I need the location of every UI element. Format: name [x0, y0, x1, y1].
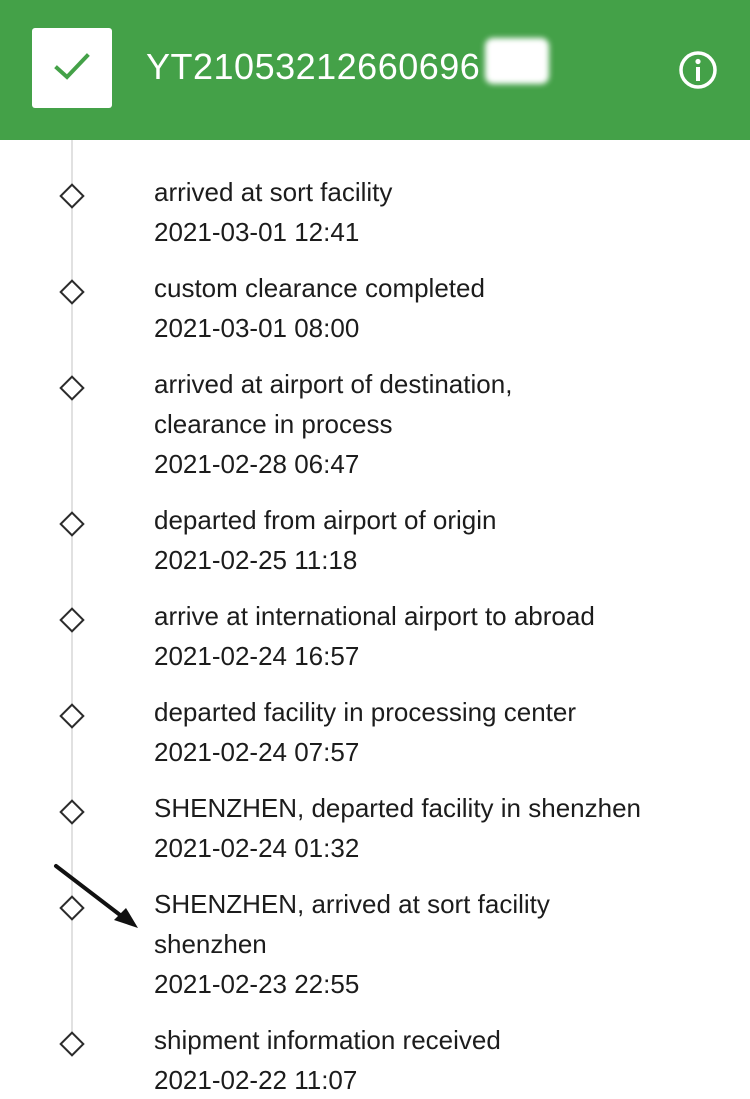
diamond-marker-icon [59, 511, 85, 537]
event-text: arrived at airport of destination, cleara… [154, 364, 734, 484]
event-description: clearance in process [154, 409, 393, 439]
app-header: YT21053212660696 [0, 0, 750, 140]
event-text: departed facility in processing center 20… [154, 692, 734, 772]
event-timestamp: 2021-02-24 01:32 [154, 833, 360, 863]
diamond-marker-icon [59, 279, 85, 305]
event-description: arrive at international airport to abroa… [154, 601, 595, 631]
event-timestamp: 2021-02-24 07:57 [154, 737, 360, 767]
event-timestamp: 2021-03-01 08:00 [154, 313, 360, 343]
event-text: arrive at international airport to abroa… [154, 596, 734, 676]
event-timestamp: 2021-03-01 12:41 [154, 217, 360, 247]
diamond-marker-icon [59, 375, 85, 401]
diamond-marker-icon [59, 607, 85, 633]
diamond-marker-icon [59, 183, 85, 209]
event-timestamp: 2021-02-23 22:55 [154, 969, 360, 999]
event-timestamp: 2021-02-25 11:18 [154, 545, 358, 575]
event-description: shenzhen [154, 929, 267, 959]
event-timestamp: 2021-02-28 06:47 [154, 449, 360, 479]
event-description: SHENZHEN, arrived at sort facility [154, 889, 550, 919]
event-timestamp: 2021-02-22 11:07 [154, 1065, 358, 1095]
event-timestamp: 2021-02-24 16:57 [154, 641, 360, 671]
event-description: SHENZHEN, departed facility in shenzhen [154, 793, 642, 823]
event-description: arrived at sort facility [154, 177, 393, 207]
check-icon [54, 53, 90, 80]
event-text: departed from airport of origin 2021-02-2… [154, 500, 734, 580]
event-text: SHENZHEN, arrived at sort facility shenzh… [154, 884, 734, 1004]
diamond-marker-icon [59, 703, 85, 729]
event-text: arrived at sort facility 2021-03-01 12:41 [154, 172, 734, 252]
event-description: arrived at airport of destination, [154, 369, 513, 399]
info-icon[interactable] [678, 50, 718, 90]
tracking-timeline: arrived at sort facility 2021-03-01 12:41… [0, 140, 750, 1099]
event-description: departed from airport of origin [154, 505, 497, 535]
event-description: departed facility in processing center [154, 697, 577, 727]
event-text: shipment information received 2021-02-22 … [154, 1020, 734, 1099]
status-check-button[interactable] [32, 28, 112, 108]
diamond-marker-icon [59, 799, 85, 825]
tracking-number: YT21053212660696 [146, 46, 481, 87]
redacted-digits [485, 38, 549, 84]
event-description: shipment information received [154, 1025, 501, 1055]
event-text: custom clearance completed 2021-03-01 08:… [154, 268, 734, 348]
annotation-arrow [54, 864, 138, 928]
event-description: custom clearance completed [154, 273, 485, 303]
event-text: SHENZHEN, departed facility in shenzhen 2… [154, 788, 734, 868]
diamond-marker-icon [59, 1031, 85, 1057]
